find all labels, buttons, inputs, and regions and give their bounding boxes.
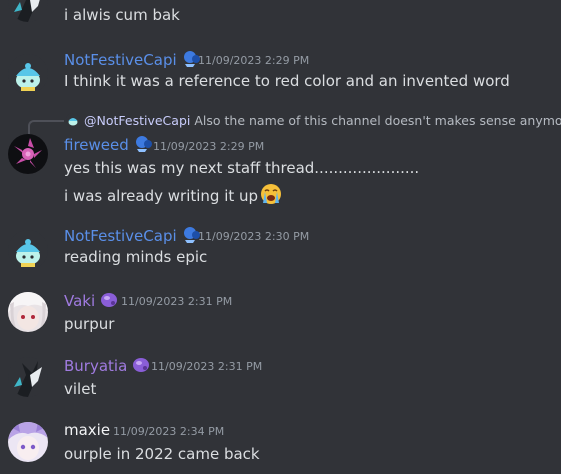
avatar[interactable] [8, 54, 48, 94]
message-timestamp: 11/09/2023 2:29 PM [153, 140, 265, 153]
message-text: yes this was my next staff thread.......… [64, 159, 420, 177]
message-text: reading minds epic [64, 248, 208, 266]
avatar[interactable] [8, 134, 48, 174]
message-timestamp: 11/09/2023 2:30 PM [198, 230, 310, 243]
author-name[interactable]: NotFestiveCapi [64, 50, 201, 69]
message-text: i was already writing it up [64, 183, 282, 205]
message-text: i alwis cum bak [64, 6, 180, 24]
avatar[interactable] [8, 230, 48, 270]
message-text: vilet [64, 380, 97, 398]
reply-preview[interactable]: @NotFestiveCapi Also the name of this ch… [66, 113, 561, 128]
author-name[interactable]: fireweed [64, 135, 153, 154]
reply-avatar-icon [66, 113, 80, 127]
message-timestamp: 11/09/2023 2:29 PM [198, 54, 310, 67]
role-badge-icon [101, 293, 118, 307]
loudly-crying-face-icon [261, 184, 282, 204]
avatar[interactable] [8, 292, 48, 332]
message-text: ourple in 2022 came back [64, 445, 260, 463]
reply-connector [28, 120, 64, 134]
avatar[interactable] [8, 422, 48, 462]
message-timestamp: 11/09/2023 2:31 PM [121, 295, 233, 308]
avatar[interactable] [8, 357, 48, 397]
role-badge-icon [133, 358, 150, 372]
reply-mention[interactable]: @NotFestiveCapi [84, 113, 190, 128]
author-name[interactable]: NotFestiveCapi [64, 226, 201, 245]
message-text: I think it was a reference to red color … [64, 72, 510, 90]
role-badge-icon [135, 136, 152, 152]
message-timestamp: 11/09/2023 2:34 PM [113, 425, 225, 438]
author-name[interactable]: maxie [64, 421, 110, 439]
message-text: purpur [64, 315, 115, 333]
author-name[interactable]: Buryatia [64, 356, 151, 375]
message-timestamp: 11/09/2023 2:31 PM [151, 360, 263, 373]
reply-text: Also the name of this channel doesn't ma… [194, 113, 561, 128]
avatar[interactable] [8, 0, 48, 22]
author-name[interactable]: Vaki [64, 291, 119, 310]
